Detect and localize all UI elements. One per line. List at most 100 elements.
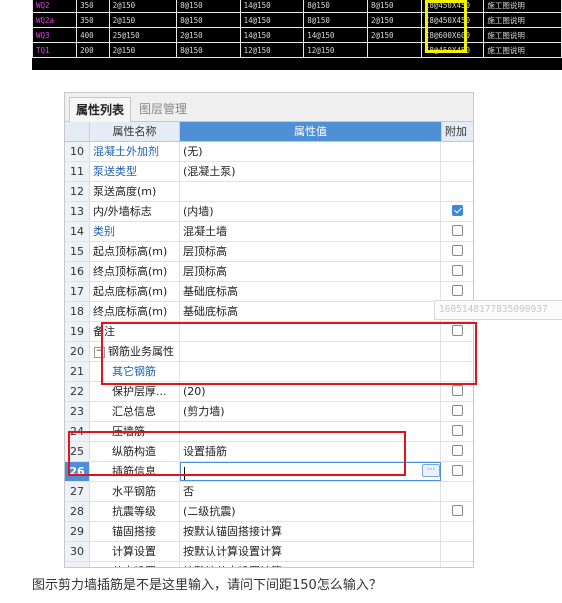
property-row[interactable]: 15 起点顶标高(m) 层顶标高 xyxy=(65,242,473,262)
cad-cell: 2@150 xyxy=(366,12,422,28)
cad-cell-id: WQ2a xyxy=(32,12,78,28)
extra-cell xyxy=(441,422,473,441)
cad-cell: 8@150 xyxy=(176,0,241,13)
property-row[interactable]: 23 汇总信息 (剪力墙) xyxy=(65,402,473,422)
row-number: 21 xyxy=(65,362,90,381)
property-value[interactable]: 基础底标高 xyxy=(180,282,441,301)
property-name: 抗震等级 xyxy=(90,502,180,521)
row-number: 31 xyxy=(65,562,90,567)
extra-checkbox[interactable] xyxy=(452,505,463,516)
property-value[interactable]: 混凝土墙 xyxy=(180,222,441,241)
cad-cell: 2@150 xyxy=(108,12,178,28)
property-row[interactable]: 10 混凝土外加剂 (无) xyxy=(65,142,473,162)
row-number: 10 xyxy=(65,142,90,161)
more-options-button[interactable]: ··· xyxy=(422,464,440,477)
property-row[interactable]: 28 抗震等级 (二级抗震) xyxy=(65,502,473,522)
property-value[interactable]: 层顶标高 xyxy=(180,242,441,261)
property-row[interactable]: 17 起点底标高(m) 基础底标高 xyxy=(65,282,473,302)
property-row[interactable]: 11 泵送类型 (混凝土泵) xyxy=(65,162,473,182)
extra-cell xyxy=(441,462,473,481)
extra-checkbox[interactable] xyxy=(452,405,463,416)
extra-checkbox[interactable] xyxy=(452,285,463,296)
property-value[interactable]: 层顶标高 xyxy=(180,262,441,281)
cad-cell: 8@150 xyxy=(366,0,422,13)
extra-cell xyxy=(441,482,473,501)
yellow-highlight-box xyxy=(425,0,467,53)
cad-cell: 14@150 xyxy=(239,0,305,13)
panel-tabs: 属性列表 图层管理 xyxy=(65,93,473,122)
row-number: 17 xyxy=(65,282,90,301)
row-number: 22 xyxy=(65,382,90,401)
property-value[interactable]: (二级抗震) xyxy=(180,502,441,521)
property-name: 终点底标高(m) xyxy=(90,302,180,321)
extra-checkbox[interactable] xyxy=(452,205,463,216)
cad-cell: 350 xyxy=(76,0,110,13)
property-row[interactable]: 14 类别 混凝土墙 xyxy=(65,222,473,242)
cad-cell: 400 xyxy=(76,27,110,43)
extra-checkbox[interactable] xyxy=(452,465,463,476)
extra-checkbox[interactable] xyxy=(452,265,463,276)
cad-cell xyxy=(366,42,422,58)
property-value[interactable]: (内墙) xyxy=(180,202,441,221)
property-value[interactable]: 按默认计算设置计算 xyxy=(180,542,441,561)
tab-layer-manager[interactable]: 图层管理 xyxy=(133,97,193,121)
property-value[interactable]: (混凝土泵) xyxy=(180,162,441,181)
extra-cell xyxy=(441,502,473,521)
property-row[interactable]: 12 泵送高度(m) xyxy=(65,182,473,202)
row-number: 19 xyxy=(65,322,90,341)
property-value[interactable]: 按默认锚固搭接计算 xyxy=(180,522,441,541)
property-name: 终点顶标高(m) xyxy=(90,262,180,281)
property-row[interactable]: 18 终点底标高(m) 基础底标高 xyxy=(65,302,473,322)
cad-cell: 200 xyxy=(76,42,110,58)
property-value[interactable]: 按默认节点设置计算 xyxy=(180,562,441,567)
extra-cell xyxy=(441,222,473,241)
row-number: 18 xyxy=(65,302,90,321)
extra-cell xyxy=(441,402,473,421)
tab-property-list[interactable]: 属性列表 xyxy=(69,97,132,122)
property-row[interactable]: 29 锚固搭接 按默认锚固搭接计算 xyxy=(65,522,473,542)
cad-cell: 25@150 xyxy=(108,27,178,43)
property-name: 锚固搭接 xyxy=(90,522,180,541)
cad-cell: 2@150 xyxy=(108,42,178,58)
cad-cell: 8@150 xyxy=(176,42,241,58)
property-row[interactable]: 27 水平钢筋否 xyxy=(65,482,473,502)
extra-checkbox[interactable] xyxy=(452,225,463,236)
cad-cell: 14@150 xyxy=(239,27,305,43)
cad-cell: 8@150 xyxy=(176,12,241,28)
cad-table-row: WQ3 400 25@150 2@150 14@150 14@150 2@150 C8@600… xyxy=(32,27,562,43)
cad-cell-id: TQ1 xyxy=(32,42,78,58)
extra-checkbox[interactable] xyxy=(452,245,463,256)
property-value[interactable]: (无) xyxy=(180,142,441,161)
id-tooltip: 1605148177835090937 xyxy=(434,300,562,320)
cad-drawing-image: WQ2 350 2@150 8@150 14@150 8@150 8@150 C8@450X4… xyxy=(32,0,562,70)
extra-cell xyxy=(441,282,473,301)
property-value[interactable]: 基础底标高 xyxy=(180,302,441,321)
cad-table-row: WQ2a 350 2@150 8@150 14@150 8@150 2@150 C8@450X… xyxy=(32,12,562,28)
cad-cell: 8@150 xyxy=(303,0,368,13)
property-value[interactable]: 否 xyxy=(180,482,441,501)
extra-cell xyxy=(441,522,473,541)
property-row[interactable]: 16 终点顶标高(m) 层顶标高 xyxy=(65,262,473,282)
cad-cell: 14@150 xyxy=(303,27,368,43)
header-extra: 附加 xyxy=(441,122,473,141)
row-number: 13 xyxy=(65,202,90,221)
cad-table-row: WQ2 350 2@150 8@150 14@150 8@150 8@150 C8@450X4… xyxy=(32,0,562,13)
extra-cell xyxy=(441,542,473,561)
cad-cell: 施工图说明 xyxy=(483,12,562,28)
property-row[interactable]: 13 内/外墙标志 (内墙) xyxy=(65,202,473,222)
property-value[interactable] xyxy=(180,182,441,201)
cad-rebar-table: WQ2 350 2@150 8@150 14@150 8@150 8@150 C8@450X4… xyxy=(32,0,562,58)
property-row[interactable]: 22 保护层厚... (20) xyxy=(65,382,473,402)
extra-checkbox[interactable] xyxy=(452,425,463,436)
property-name: 泵送类型 xyxy=(90,162,180,181)
property-name: 泵送高度(m) xyxy=(90,182,180,201)
property-row[interactable]: 30 计算设置 按默认计算设置计算 xyxy=(65,542,473,562)
extra-cell xyxy=(441,202,473,221)
property-name: 起点底标高(m) xyxy=(90,282,180,301)
extra-cell xyxy=(441,242,473,261)
extra-checkbox[interactable] xyxy=(452,385,463,396)
extra-checkbox[interactable] xyxy=(452,445,463,456)
property-row[interactable]: 31节点设置按默认节点设置计算 xyxy=(65,562,473,567)
property-value[interactable]: (剪力墙) xyxy=(180,402,441,421)
cad-cell: 施工图说明 xyxy=(483,42,562,58)
